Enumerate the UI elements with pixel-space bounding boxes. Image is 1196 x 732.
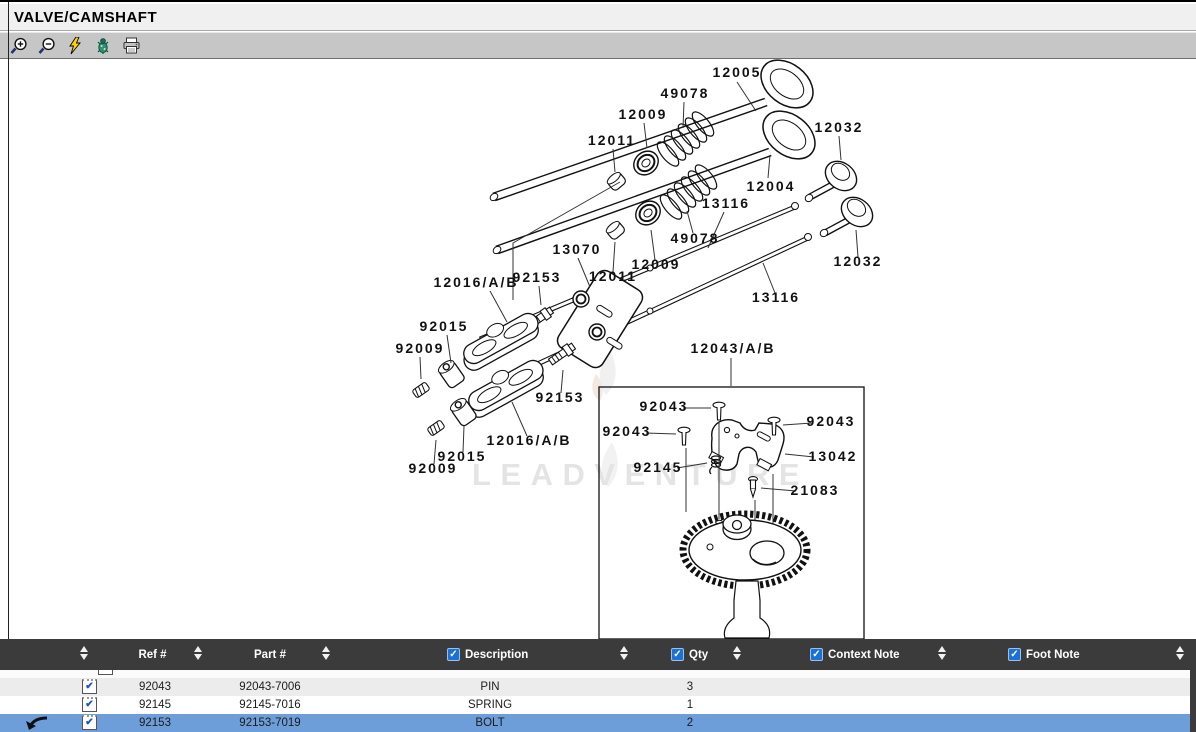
table-row[interactable]: ✔ 92043 92043-7006 PIN 3	[0, 678, 1190, 696]
part-label[interactable]: 12043/A/B	[691, 340, 776, 356]
sort-icon[interactable]	[80, 646, 88, 660]
cell-description: SPRING	[420, 696, 560, 714]
cap-12011-lower	[604, 219, 626, 240]
column-header-qty: ✓ Qty	[671, 639, 708, 670]
page-title: VALVE/CAMSHAFT	[14, 9, 157, 26]
part-label[interactable]: 13116	[752, 289, 800, 305]
column-header-label[interactable]: Foot Note	[1026, 649, 1080, 661]
part-label[interactable]: 12009	[619, 106, 668, 122]
part-label[interactable]: 49078	[661, 85, 710, 101]
table-row-partial[interactable]: ✔	[0, 670, 1190, 678]
pin-92043-left	[678, 427, 690, 445]
column-checkbox[interactable]: ✓	[810, 648, 823, 661]
zoom-in-button[interactable]	[8, 35, 30, 57]
sort-icon[interactable]	[938, 646, 946, 660]
undo-arrow-button[interactable]	[24, 714, 54, 732]
undo-arrow-icon	[24, 714, 50, 732]
part-select-icon[interactable]: ✔	[82, 697, 97, 712]
pin-92043-top	[713, 402, 725, 420]
cell-part: 92043-7006	[215, 678, 325, 696]
column-header-label[interactable]: Context Note	[828, 649, 900, 661]
part-label[interactable]: 92145	[634, 459, 683, 475]
part-label[interactable]: 12004	[747, 178, 796, 194]
column-checkbox[interactable]: ✓	[671, 648, 684, 661]
cell-qty: 2	[655, 714, 725, 732]
part-label[interactable]: 92015	[420, 318, 469, 334]
sort-icon[interactable]	[620, 646, 628, 660]
part-label[interactable]: 92009	[396, 340, 445, 356]
screw-92009-lower	[427, 420, 445, 437]
sort-icon[interactable]	[1176, 646, 1184, 660]
camshaft-base	[724, 600, 769, 638]
table-row-selected[interactable]: ✔ 92153 92153-7019 BOLT 2	[0, 714, 1190, 732]
diagram-canvas[interactable]: LEADVENTURE	[0, 59, 1196, 639]
screw-92009-upper	[412, 382, 430, 399]
part-label[interactable]: 13042	[809, 448, 858, 464]
part-label[interactable]: 92153	[513, 269, 562, 285]
part-label[interactable]: 92043	[603, 423, 652, 439]
parts-catalog-window: VALVE/CAMSHAFT	[0, 0, 1196, 732]
hotspot-links-button[interactable]	[92, 35, 114, 57]
cell-ref: 92153	[115, 714, 195, 732]
part-label[interactable]: 12032	[815, 119, 864, 135]
part-label[interactable]: 12011	[589, 268, 637, 284]
part-label[interactable]: 13070	[553, 241, 602, 257]
print-button[interactable]	[120, 35, 142, 57]
column-header-part[interactable]: Part #	[240, 639, 300, 670]
part-select-icon[interactable]: ✔	[98, 670, 113, 675]
left-rule	[8, 2, 9, 639]
highlight-hotspots-button[interactable]	[64, 35, 86, 57]
cell-description: PIN	[420, 678, 560, 696]
column-header-label[interactable]: Description	[465, 649, 528, 661]
cell-ref: 92043	[115, 678, 195, 696]
column-checkbox[interactable]: ✓	[447, 648, 460, 661]
part-label[interactable]: 92043	[807, 413, 856, 429]
part-label[interactable]: 12016/A/B	[434, 274, 519, 290]
part-label[interactable]: 12005	[713, 64, 762, 80]
part-label[interactable]: 21083	[791, 482, 840, 498]
hotspot-links-icon	[94, 37, 112, 55]
sort-icon[interactable]	[194, 646, 202, 660]
print-icon	[122, 37, 141, 54]
table-row[interactable]: ✔ 92145 92145-7016 SPRING 1	[0, 696, 1190, 714]
zoom-out-icon	[38, 37, 56, 55]
part-label[interactable]: 12009	[632, 256, 681, 272]
tappet-12032-lower	[819, 191, 879, 238]
column-header-label[interactable]: Qty	[689, 649, 708, 661]
cell-qty: 1	[655, 696, 725, 714]
zoom-in-icon	[10, 37, 28, 55]
cell-part: 92153-7019	[215, 714, 325, 732]
part-label[interactable]: 92153	[536, 389, 585, 405]
diagram-toolbar	[0, 32, 1196, 59]
sort-icon[interactable]	[733, 646, 741, 660]
column-header-description: ✓ Description	[447, 639, 528, 670]
sort-icon[interactable]	[322, 646, 330, 660]
part-label[interactable]: 13116	[702, 195, 750, 211]
table-header: Ref # Part # ✓ Description ✓ Qty ✓ Conte…	[0, 639, 1196, 670]
cell-part: 92145-7016	[215, 696, 325, 714]
exploded-parts-diagram: LEADVENTURE	[0, 59, 1196, 639]
part-label[interactable]: 49078	[671, 230, 720, 246]
column-header-ref[interactable]: Ref #	[125, 639, 180, 670]
part-label[interactable]: 12032	[834, 253, 883, 269]
tappet-12032-upper	[804, 155, 863, 203]
part-label[interactable]: 12011	[588, 132, 636, 148]
zoom-out-button[interactable]	[36, 35, 58, 57]
part-label[interactable]: 92043	[640, 398, 689, 414]
cell-description: BOLT	[420, 714, 560, 732]
cell-ref: 92145	[115, 696, 195, 714]
title-bar: VALVE/CAMSHAFT	[0, 4, 1196, 31]
column-header-foot-note: ✓ Foot Note	[1008, 639, 1080, 670]
part-label[interactable]: 12016/A/B	[487, 432, 572, 448]
cell-qty: 3	[655, 678, 725, 696]
column-checkbox[interactable]: ✓	[1008, 648, 1021, 661]
column-header-context-note: ✓ Context Note	[810, 639, 900, 670]
camshaft-gear	[683, 514, 807, 638]
part-select-icon[interactable]: ✔	[82, 715, 97, 730]
lightning-icon	[66, 37, 84, 55]
part-label[interactable]: 92009	[409, 460, 458, 476]
part-select-icon[interactable]: ✔	[82, 679, 97, 694]
